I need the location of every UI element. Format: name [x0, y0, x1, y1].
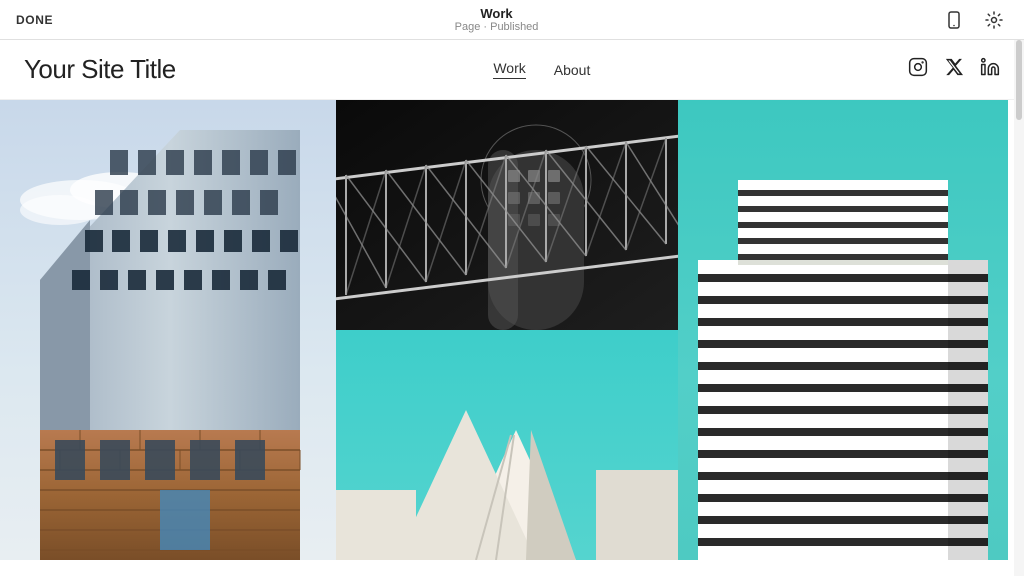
- linkedin-icon[interactable]: [980, 57, 1000, 82]
- scrollbar[interactable]: [1014, 40, 1024, 576]
- site-nav: Work About: [493, 60, 590, 79]
- top-bar-center: Work Page · Published: [455, 6, 539, 33]
- page-subtitle: Page · Published: [455, 21, 539, 33]
- nav-link-work[interactable]: Work: [493, 60, 525, 79]
- scrollbar-thumb[interactable]: [1016, 40, 1022, 120]
- site-title: Your Site Title: [24, 54, 176, 85]
- mobile-icon: [944, 10, 964, 30]
- photo-cell-1: [0, 100, 336, 560]
- photo-cell-3: [678, 100, 1008, 560]
- settings-button[interactable]: [980, 6, 1008, 34]
- top-bar-left: DONE: [16, 13, 53, 27]
- site-header: Your Site Title Work About: [0, 40, 1024, 100]
- photo-cell-4: [336, 330, 678, 560]
- top-bar-right: [940, 6, 1008, 34]
- top-bar: DONE Work Page · Published: [0, 0, 1024, 40]
- photo-grid: [0, 100, 1024, 560]
- instagram-icon[interactable]: [908, 57, 928, 82]
- site-social: [908, 57, 1000, 82]
- page-title-bar: Work: [480, 6, 512, 21]
- gear-icon: [984, 10, 1004, 30]
- done-button[interactable]: DONE: [16, 13, 53, 27]
- mobile-preview-button[interactable]: [940, 6, 968, 34]
- photo-cell-2: [336, 100, 678, 330]
- twitter-icon[interactable]: [944, 57, 964, 82]
- nav-link-about[interactable]: About: [554, 62, 591, 78]
